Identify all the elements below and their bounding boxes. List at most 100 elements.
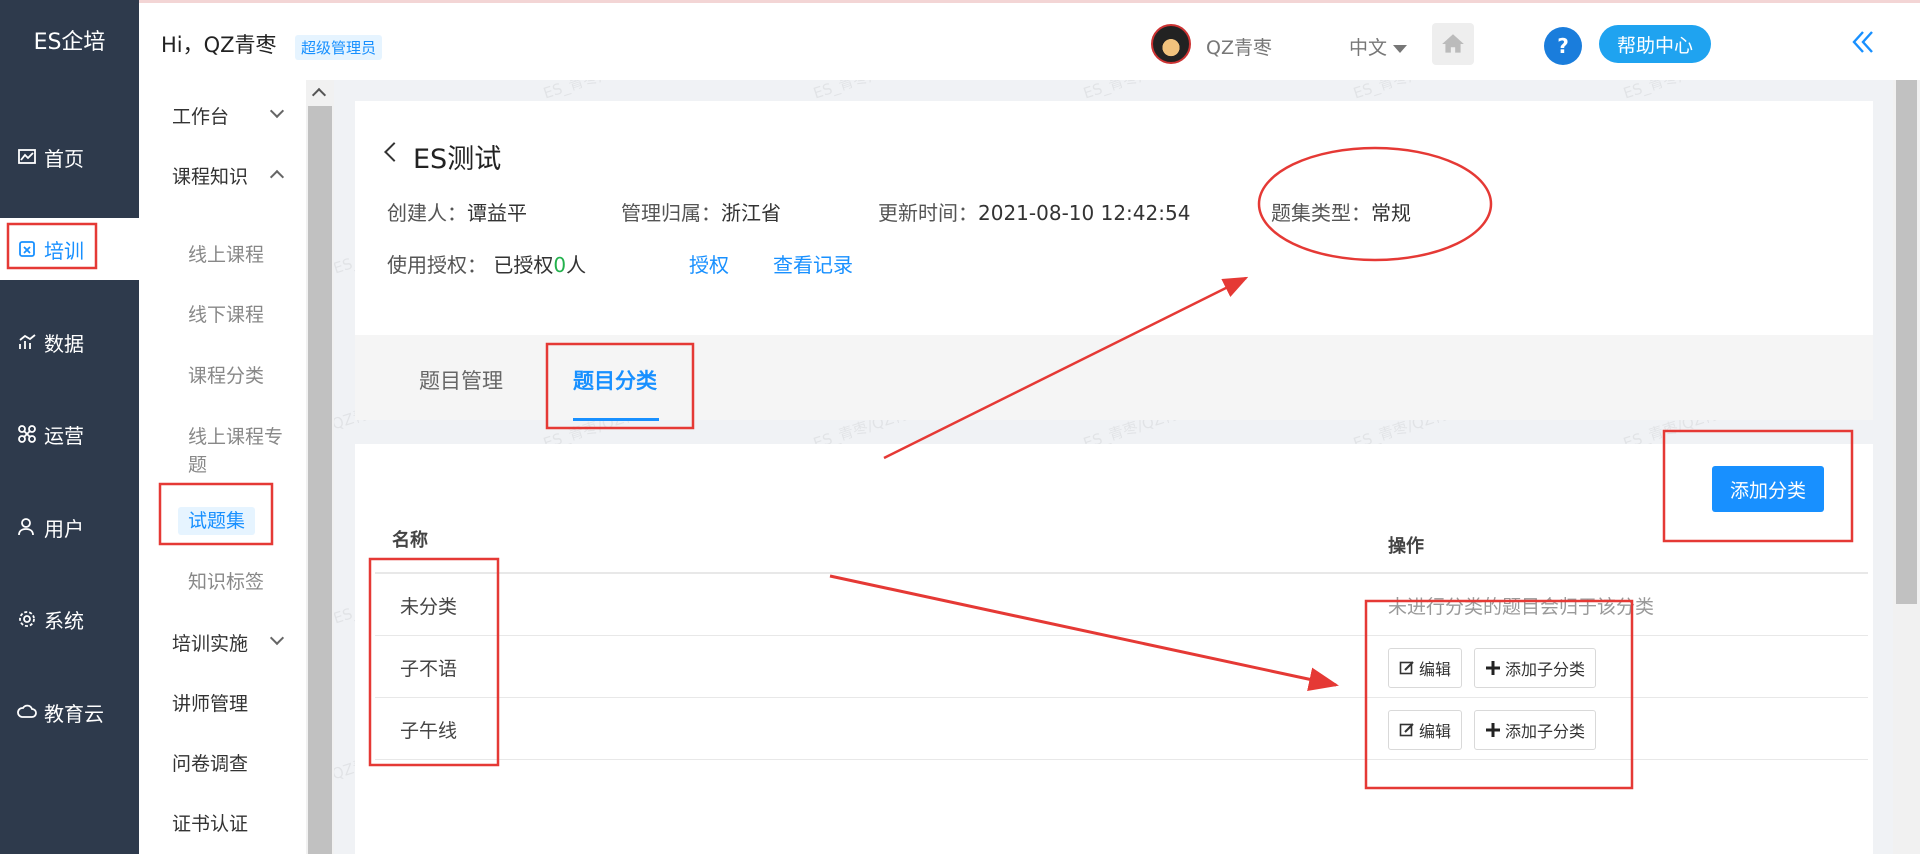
top-header: Hi，QZ青枣 超级管理员 QZ青枣 中文 ? 帮助中心 [139,0,1920,80]
training-icon [16,238,38,260]
operation-icon [16,423,38,445]
submenu-item-course-category[interactable]: 课程分类 [188,362,264,390]
help-center-button[interactable]: 帮助中心 [1599,25,1711,63]
nav-item-data[interactable]: 数据 [0,311,139,373]
table-row: 未分类 未进行分类的题目会归于该分类 [375,574,1868,636]
category-name: 子不语 [400,658,458,680]
language-select[interactable]: 中文 [1349,33,1408,60]
owner-meta: 管理归属：浙江省 [621,197,781,226]
meta-label: 更新时间： [878,201,978,225]
back-arrow-icon[interactable] [384,142,404,162]
authorization-meta: 使用授权： 已授权0人 [387,249,586,278]
plus-icon [1486,723,1500,737]
add-subcategory-button[interactable]: 添加子分类 [1474,710,1597,750]
cloud-icon [16,701,38,723]
active-tab-indicator [573,418,659,421]
nav-item-label: 用户 [44,516,84,541]
submenu-item-question-set[interactable]: 试题集 [178,507,256,535]
meta-label: 创建人： [387,201,467,225]
nav-item-label: 数据 [44,331,84,356]
column-header-name: 名称 [392,530,428,551]
submenu-group-lecturer[interactable]: 讲师管理 [172,689,248,716]
meta-value: 常规 [1371,201,1411,225]
home-icon [1442,34,1464,53]
nav-item-training[interactable]: 培训 [0,218,139,280]
edit-button[interactable]: 编辑 [1388,710,1463,750]
submenu-group-course-knowledge[interactable]: 课程知识 [172,162,285,189]
edit-button[interactable]: 编辑 [1388,648,1463,688]
submenu-group-training[interactable]: 培训实施 [172,629,285,656]
auth-prefix: 已授权 [493,253,554,277]
nav-item-operation[interactable]: 运营 [0,403,139,465]
question-set-type-meta: 题集类型：常规 [1271,197,1411,226]
brand-logo: ES企培 [33,30,106,55]
tab-question-management[interactable]: 题目管理 [419,365,503,395]
user-name[interactable]: QZ青枣 [1206,33,1272,60]
nav-item-label: 运营 [44,423,84,448]
chart-icon [16,146,38,168]
nav-item-label: 教育云 [44,701,104,726]
meta-value: 浙江省 [721,201,781,225]
nav-item-user[interactable]: 用户 [0,496,139,558]
chevron-down-icon [269,103,285,119]
submenu-group-label: 课程知识 [172,166,249,188]
submenu-group-label: 工作台 [172,106,230,128]
submenu-group-workbench[interactable]: 工作台 [172,102,285,129]
submenu-item-online-course[interactable]: 线上课程 [188,241,264,269]
edit-icon [1399,723,1414,737]
nav-item-edu-cloud[interactable]: 教育云 [0,681,139,743]
nav-item-home[interactable]: 首页 [0,126,139,188]
scrollbar-thumb[interactable] [308,106,332,854]
role-badge: 超级管理员 [295,35,383,60]
submenu-item-offline-course[interactable]: 线下课程 [188,301,264,329]
home-button[interactable] [1432,23,1474,65]
greeting-text: Hi，QZ青枣 [161,33,277,57]
sub-menu: 工作台 课程知识 线上课程 线下课程 课程分类 线上课程专题 试题集 知识标签 … [139,80,306,854]
data-icon [16,331,38,353]
submenu-group-label: 培训实施 [172,633,249,655]
submenu-item-online-topic[interactable]: 线上课程专题 [188,423,298,479]
chevron-up-icon [269,169,285,185]
edit-icon [1399,661,1414,675]
caret-down-icon [1393,44,1408,53]
meta-value: 2021-08-10 12:42:54 [978,201,1191,225]
nav-item-system[interactable]: 系统 [0,588,139,650]
meta-label: 题集类型： [1271,201,1371,225]
scroll-up-icon [311,87,327,103]
main-nav-rail: ES企培 首页 培训 数据 运营 用户 系统 教育云 [0,0,139,854]
view-records-link[interactable]: 查看记录 [773,249,853,278]
category-card: 添加分类 名称 操作 未分类 未进行分类的题目会归于该分类 子不语 编辑 添加子… [355,444,1873,854]
category-description: 未进行分类的题目会归于该分类 [1388,596,1655,618]
column-header-operations: 操作 [1388,536,1424,557]
updated-meta: 更新时间：2021-08-10 12:42:54 [878,197,1190,226]
tab-question-category[interactable]: 题目分类 [573,365,657,395]
submenu-item-knowledge-tag[interactable]: 知识标签 [188,568,264,596]
scrollbar-thumb[interactable] [1896,80,1917,604]
auth-count: 0 [553,253,567,277]
collapse-sidebar-button[interactable] [1846,25,1880,59]
meta-label: 使用授权： [387,253,487,277]
help-question-icon[interactable]: ? [1544,27,1582,65]
edit-label: 编辑 [1419,660,1452,679]
submenu-scrollbar[interactable] [306,80,334,854]
submenu-group-certificate[interactable]: 证书认证 [172,809,248,836]
nav-item-label: 培训 [44,238,84,263]
double-chevron-left-icon [1852,31,1873,53]
table-row: 子不语 编辑 添加子分类 [375,636,1868,698]
add-subcategory-label: 添加子分类 [1505,722,1586,741]
meta-label: 管理归属： [621,201,721,225]
authorize-link[interactable]: 授权 [689,249,729,278]
meta-value: 谭益平 [467,201,527,225]
nav-item-label: 系统 [44,608,84,633]
page-title: ES测试 [413,144,502,175]
tab-bar: 题目管理 题目分类 [355,335,1873,421]
plus-icon [1486,661,1500,675]
auth-suffix: 人 [566,253,587,277]
submenu-group-survey[interactable]: 问卷调查 [172,749,248,776]
creator-meta: 创建人：谭益平 [387,197,527,226]
page-scrollbar[interactable] [1893,80,1920,854]
add-subcategory-button[interactable]: 添加子分类 [1474,648,1597,688]
avatar[interactable] [1151,24,1191,64]
add-category-button[interactable]: 添加分类 [1712,466,1824,512]
chevron-down-icon [269,630,285,646]
